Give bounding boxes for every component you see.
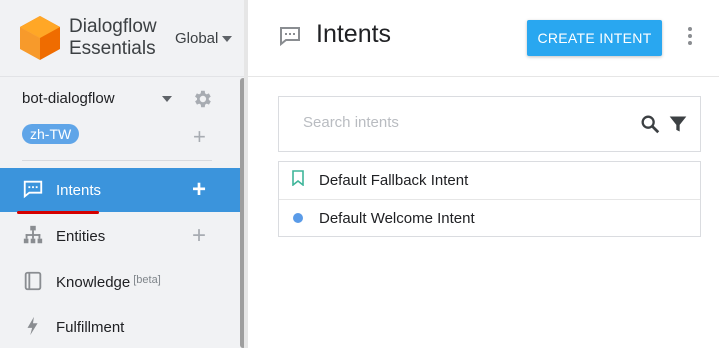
- hierarchy-icon: [22, 224, 44, 246]
- intent-name: Default Fallback Intent: [319, 171, 469, 189]
- list-item[interactable]: Default Fallback Intent: [279, 162, 700, 198]
- add-language-icon[interactable]: +: [193, 126, 206, 148]
- brand-name[interactable]: Dialogflow Essentials: [69, 16, 157, 60]
- page-title: Intents: [316, 20, 392, 48]
- book-icon: [22, 270, 44, 292]
- sidebar-item-label: Fulfillment: [56, 318, 125, 336]
- divider: [22, 160, 212, 161]
- sidebar-border: [244, 0, 248, 348]
- sidebar-item-knowledge[interactable]: Knowledge [beta]: [0, 260, 240, 304]
- knowledge-label: Knowledge: [56, 273, 131, 291]
- filter-icon[interactable]: [668, 114, 688, 139]
- sidebar-item-entities[interactable]: Entities +: [0, 214, 240, 258]
- add-entity-icon[interactable]: +: [192, 224, 206, 248]
- lightning-icon: [22, 315, 44, 337]
- search-panel: [278, 96, 701, 152]
- brand-line-2: Essentials: [69, 38, 156, 59]
- agent-name[interactable]: bot-dialogflow: [22, 90, 115, 107]
- create-intent-button[interactable]: CREATE INTENT: [527, 20, 662, 56]
- search-icon[interactable]: [639, 113, 661, 140]
- dot-icon: [293, 213, 303, 223]
- bookmark-icon: [291, 169, 305, 191]
- dialogflow-logo-icon[interactable]: [20, 16, 60, 65]
- more-vert-icon[interactable]: [688, 27, 692, 48]
- region-label: Global: [175, 30, 219, 47]
- divider: [0, 76, 244, 77]
- intents-chat-icon: [278, 24, 302, 53]
- search-input[interactable]: [301, 113, 625, 132]
- gear-icon[interactable]: [191, 88, 213, 115]
- sidebar-item-fulfillment[interactable]: Fulfillment: [0, 305, 240, 349]
- beta-badge: [beta]: [133, 273, 161, 286]
- add-intent-icon[interactable]: +: [192, 178, 206, 202]
- chevron-down-icon: [222, 35, 233, 42]
- list-item[interactable]: Default Welcome Intent: [279, 199, 700, 236]
- brand-line-1: Dialogflow: [69, 16, 157, 37]
- sidebar-item-label: Entities: [56, 227, 106, 245]
- region-selector[interactable]: Global: [175, 30, 233, 47]
- header-divider: [248, 76, 719, 77]
- sidebar-item-label: Intents: [56, 181, 102, 199]
- sidebar-item-intents[interactable]: Intents +: [0, 168, 240, 212]
- sidebar: Dialogflow Essentials Global bot-dialogf…: [0, 0, 244, 348]
- agent-dropdown-icon[interactable]: [162, 96, 172, 102]
- chat-icon: [22, 178, 44, 200]
- language-chip[interactable]: zh-TW: [22, 124, 80, 144]
- sidebar-item-label: Knowledge [beta]: [56, 274, 161, 291]
- intent-list: Default Fallback Intent Default Welcome …: [278, 161, 701, 237]
- intent-name: Default Welcome Intent: [319, 209, 475, 227]
